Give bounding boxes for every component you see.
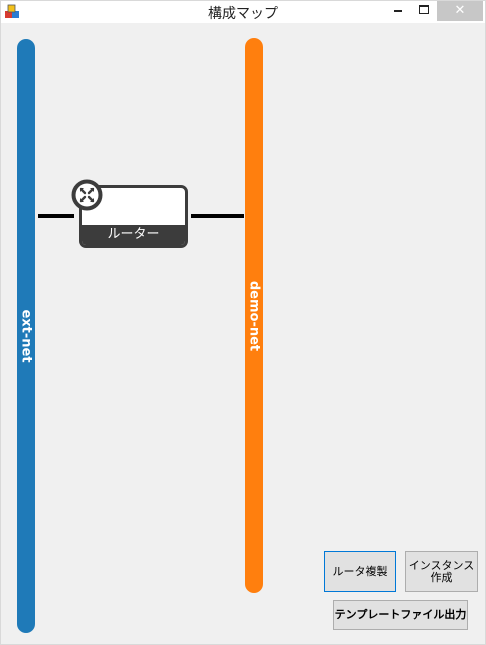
network-ext-net[interactable]: ext-net xyxy=(17,39,35,633)
create-instance-label-line1: インスタンス xyxy=(408,558,475,572)
close-button[interactable]: ✕ xyxy=(437,1,483,21)
network-label: demo-net xyxy=(246,280,262,351)
network-demo-net[interactable]: demo-net xyxy=(245,38,263,593)
minimize-button[interactable] xyxy=(385,1,411,21)
network-label: ext-net xyxy=(18,309,34,363)
router-icon xyxy=(71,179,103,211)
config-map-window: 構成マップ ✕ ext-net demo-net ルーター ルータ複製 インスタ… xyxy=(0,0,486,645)
create-instance-label-line2: 作成 xyxy=(430,570,453,584)
router-label: ルーター xyxy=(82,225,185,245)
copy-router-button[interactable]: ルータ複製 xyxy=(324,551,396,592)
maximize-button[interactable] xyxy=(411,1,437,21)
router-link-ext-net xyxy=(38,214,74,218)
template-output-button[interactable]: テンプレートファイル出力 xyxy=(333,600,468,630)
title-bar: 構成マップ ✕ xyxy=(1,1,485,23)
router-link-demo-net xyxy=(191,214,244,218)
create-instance-button[interactable]: インスタンス 作成 xyxy=(405,551,478,592)
